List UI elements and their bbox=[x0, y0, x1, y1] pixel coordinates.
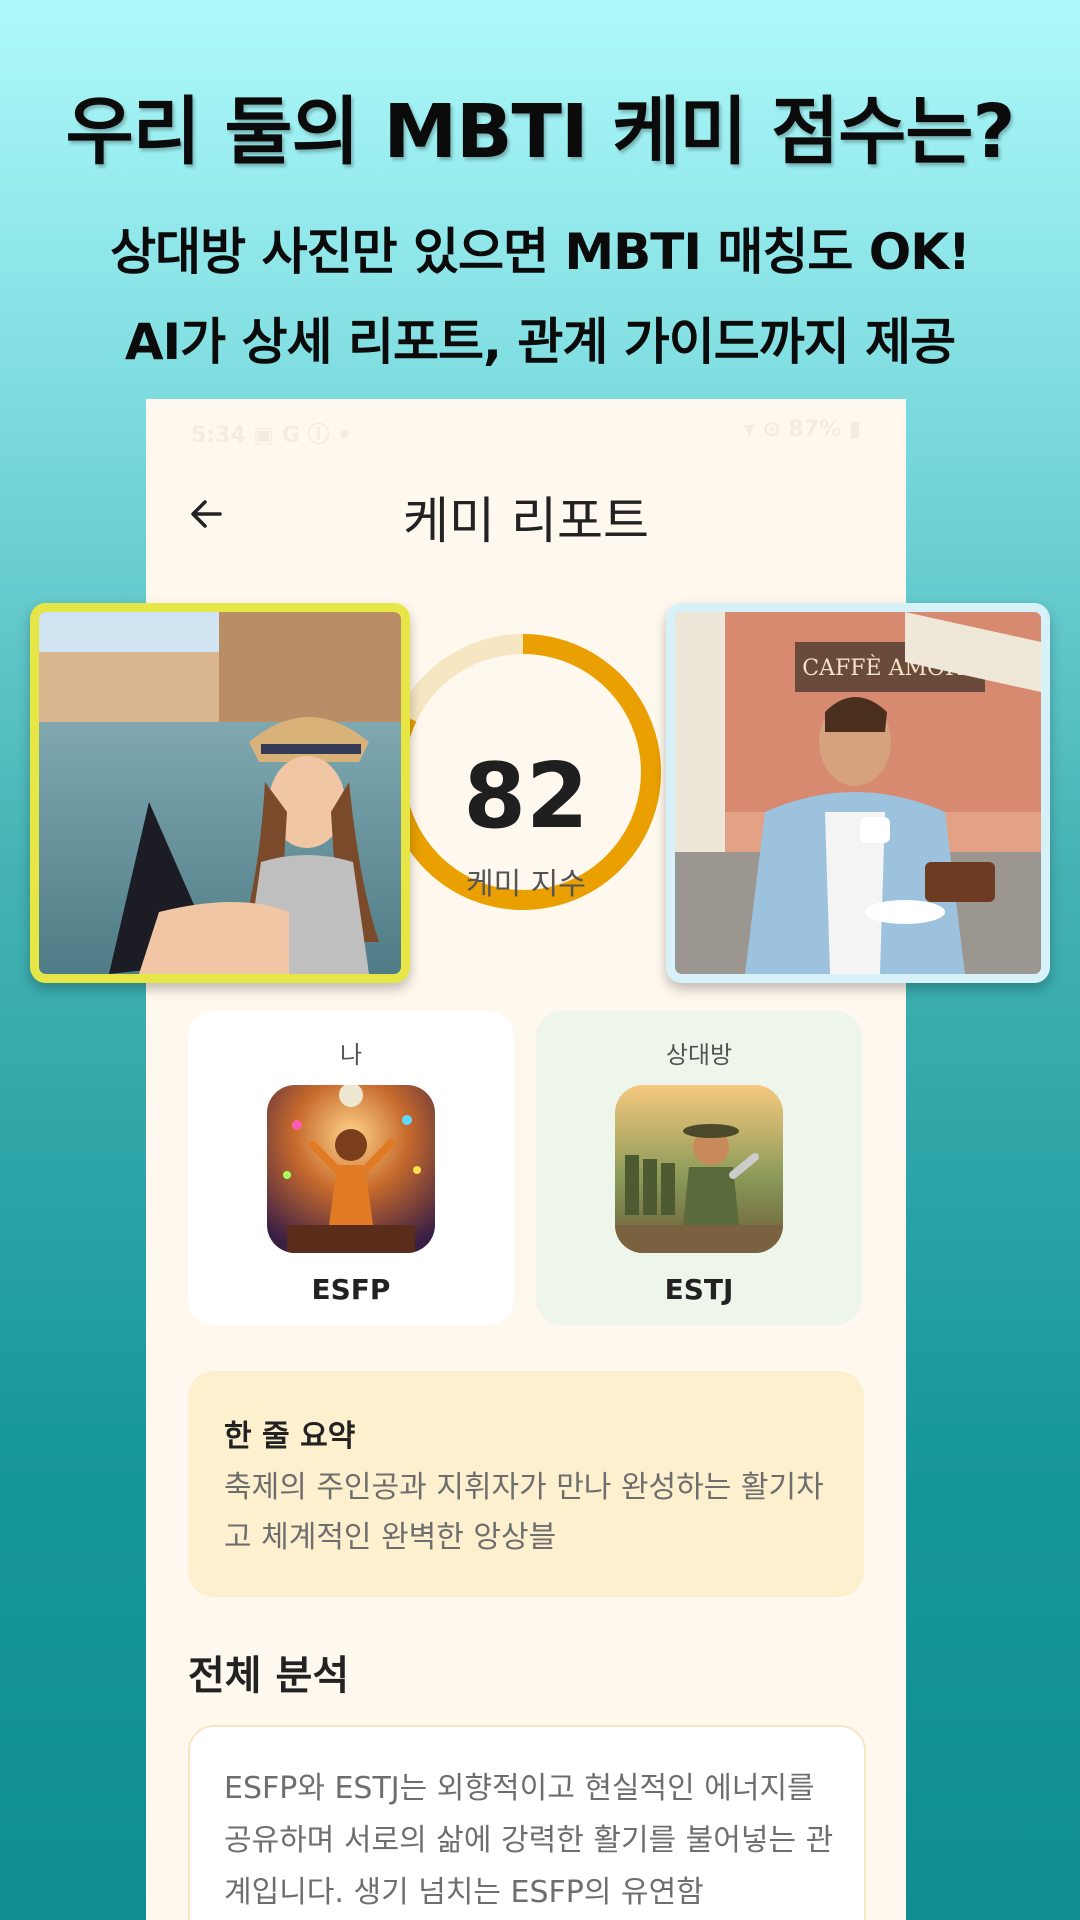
promo-subtitle-line2: AI가 상세 리포트, 관계 가이드까지 제공 bbox=[124, 313, 956, 371]
status-bar-left: 5:34 ▣ G ⓘ • bbox=[191, 423, 352, 448]
partner-mbti-type: ESTJ bbox=[664, 1273, 734, 1306]
analysis-heading: 전체 분석 bbox=[188, 1653, 350, 1699]
my-role-label: 나 bbox=[339, 1041, 363, 1069]
summary-text: 축제의 주인공과 지휘자가 만나 완성하는 활기차고 체계적인 완벽한 앙상블 bbox=[224, 1470, 824, 1555]
partner-photo: CAFFÈ AMORE bbox=[666, 603, 1050, 983]
my-profile-card[interactable]: 나 ESFP bbox=[188, 1011, 514, 1325]
screen-title: 케미 리포트 bbox=[403, 492, 649, 550]
analysis-text: ESFP와 ESTJ는 외향적이고 현실적인 에너지를 공유하며 서로의 삶에 … bbox=[224, 1771, 834, 1910]
promo-subtitle-line1: 상대방 사진만 있으면 MBTI 매칭도 OK! bbox=[110, 223, 971, 281]
partner-mbti-character-image bbox=[615, 1085, 783, 1253]
summary-heading: 한 줄 요약 bbox=[224, 1419, 356, 1454]
my-photo bbox=[30, 603, 410, 983]
my-mbti-type: ESFP bbox=[311, 1273, 391, 1306]
my-mbti-character-image bbox=[267, 1085, 435, 1253]
status-bar: 5:34 ▣ G ⓘ • ▾ ⊙ 87% ▮ bbox=[146, 399, 906, 469]
status-bar-right: ▾ ⊙ 87% ▮ bbox=[743, 417, 861, 442]
promo-title: 우리 둘의 MBTI 케미 점수는? bbox=[65, 89, 1016, 175]
partner-role-label: 상대방 bbox=[665, 1041, 733, 1069]
partner-profile-card[interactable]: 상대방 ESTJ bbox=[536, 1011, 862, 1325]
analysis-card: ESFP와 ESTJ는 외향적이고 현실적인 에너지를 공유하며 서로의 삶에 … bbox=[188, 1725, 866, 1920]
summary-card: 한 줄 요약 축제의 주인공과 지휘자가 만나 완성하는 활기차고 체계적인 완… bbox=[188, 1371, 864, 1597]
